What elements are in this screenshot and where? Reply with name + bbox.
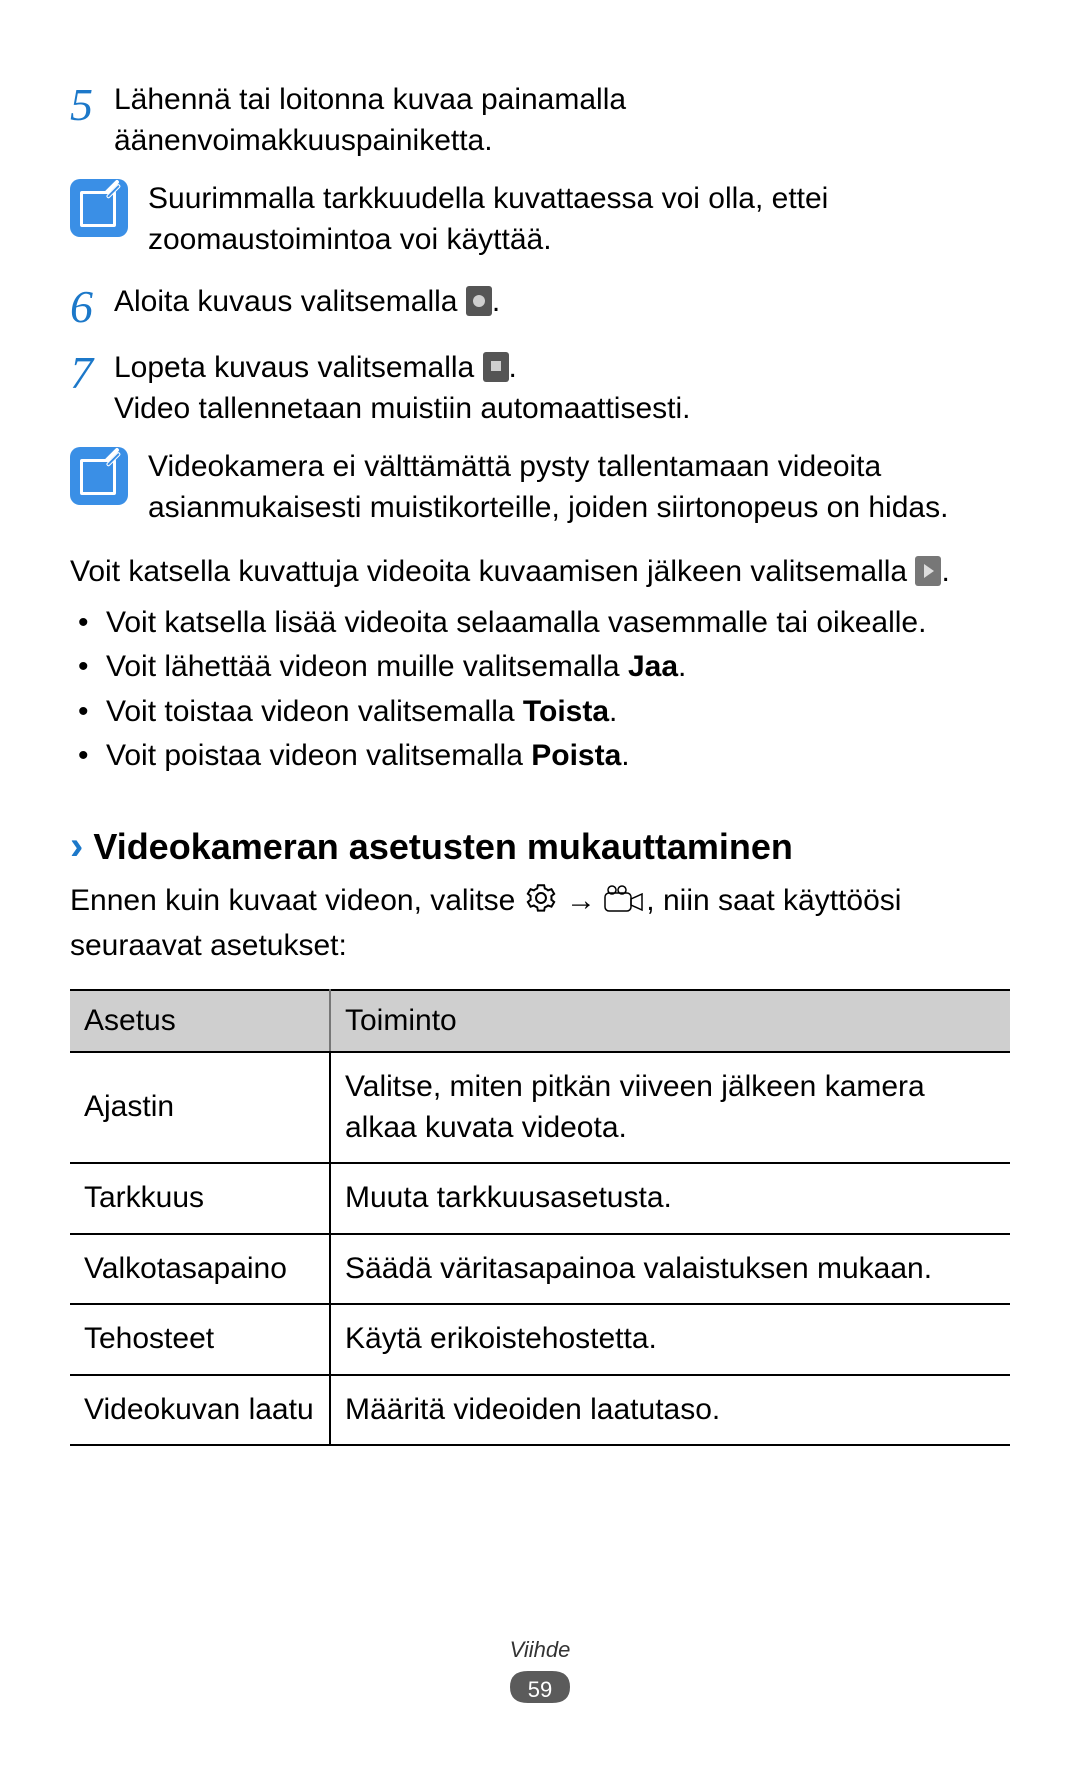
- video-camera-icon: [604, 885, 646, 927]
- cell-function: Valitse, miten pitkän viiveen jälkeen ka…: [330, 1052, 1010, 1163]
- text: Voit poistaa videon valitsemalla: [106, 739, 531, 772]
- text: Voit katsella lisää videoita selaamalla …: [106, 606, 926, 639]
- page-number-badge: 59: [508, 1669, 572, 1731]
- step-text: Aloita kuvaus valitsemalla .: [114, 282, 1010, 330]
- list-item: Voit poistaa videon valitsemalla Poista.: [78, 736, 1010, 777]
- text: .: [678, 650, 686, 683]
- text: Voit lähettää videon muille valitsemalla: [106, 650, 628, 683]
- play-icon: [915, 556, 941, 586]
- gear-icon: [524, 881, 558, 927]
- text: Aloita kuvaus valitsemalla: [114, 285, 466, 318]
- text: .: [609, 695, 617, 728]
- text: Voit katsella kuvattuja videoita kuvaami…: [70, 555, 915, 588]
- note-text: Suurimmalla tarkkuudella kuvattaessa voi…: [148, 179, 1010, 260]
- table-row: ValkotasapainoSäädä väritasapainoa valai…: [70, 1234, 1010, 1305]
- note-zoom: Suurimmalla tarkkuudella kuvattaessa voi…: [70, 179, 1010, 260]
- step-5: 5 Lähennä tai loitonna kuvaa painamalla …: [70, 80, 1010, 161]
- cell-setting: Tehosteet: [70, 1304, 330, 1375]
- step-6: 6 Aloita kuvaus valitsemalla .: [70, 282, 1010, 330]
- note-text: Videokamera ei välttämättä pysty tallent…: [148, 447, 1010, 528]
- cell-function: Muuta tarkkuusasetusta.: [330, 1163, 1010, 1234]
- manual-page: 5 Lähennä tai loitonna kuvaa painamalla …: [0, 0, 1080, 1486]
- table-row: Videokuvan laatuMääritä videoiden laatut…: [70, 1375, 1010, 1446]
- col-header-setting: Asetus: [70, 990, 330, 1053]
- text: .: [492, 285, 500, 318]
- step-text: Lähennä tai loitonna kuvaa painamalla ää…: [114, 80, 1010, 161]
- note-sdcard: Videokamera ei välttämättä pysty tallent…: [70, 447, 1010, 528]
- text: .: [509, 351, 517, 384]
- bold-text: Toista: [523, 695, 609, 728]
- cell-function: Määritä videoiden laatutaso.: [330, 1375, 1010, 1446]
- text: Lopeta kuvaus valitsemalla: [114, 351, 483, 384]
- cell-setting: Ajastin: [70, 1052, 330, 1163]
- text: Voit toistaa videon valitsemalla: [106, 695, 523, 728]
- text: Ennen kuin kuvaat videon, valitse: [70, 884, 524, 917]
- page-number: 59: [508, 1677, 572, 1703]
- playback-paragraph: Voit katsella kuvattuja videoita kuvaami…: [70, 552, 1010, 593]
- cell-setting: Tarkkuus: [70, 1163, 330, 1234]
- arrow-text: →: [558, 884, 605, 917]
- col-header-function: Toiminto: [330, 990, 1010, 1053]
- text: .: [621, 739, 629, 772]
- table-row: AjastinValitse, miten pitkän viiveen jäl…: [70, 1052, 1010, 1163]
- list-item: Voit toistaa videon valitsemalla Toista.: [78, 692, 1010, 733]
- cell-function: Säädä väritasapainoa valaistuksen mukaan…: [330, 1234, 1010, 1305]
- cell-function: Käytä erikoistehostetta.: [330, 1304, 1010, 1375]
- step-text: Lopeta kuvaus valitsemalla . Video talle…: [114, 348, 1010, 429]
- record-icon: [466, 286, 492, 316]
- step-number: 6: [70, 282, 114, 330]
- step-7: 7 Lopeta kuvaus valitsemalla . Video tal…: [70, 348, 1010, 429]
- settings-table: Asetus Toiminto AjastinValitse, miten pi…: [70, 989, 1010, 1447]
- bold-text: Jaa: [628, 650, 678, 683]
- text: Video tallennetaan muistiin automaattise…: [114, 389, 1010, 430]
- table-header-row: Asetus Toiminto: [70, 990, 1010, 1053]
- step-number: 7: [70, 348, 114, 429]
- heading-text: Videokameran asetusten mukauttaminen: [93, 823, 793, 872]
- bold-text: Poista: [531, 739, 621, 772]
- list-item: Voit lähettää videon muille valitsemalla…: [78, 647, 1010, 688]
- note-icon: [70, 179, 128, 237]
- stop-icon: [483, 352, 509, 382]
- table-row: TehosteetKäytä erikoistehostetta.: [70, 1304, 1010, 1375]
- bullet-list: Voit katsella lisää videoita selaamalla …: [78, 603, 1010, 777]
- footer-category: Viihde: [0, 1637, 1080, 1663]
- text: .: [941, 555, 949, 588]
- cell-setting: Videokuvan laatu: [70, 1375, 330, 1446]
- cell-setting: Valkotasapaino: [70, 1234, 330, 1305]
- list-item: Voit katsella lisää videoita selaamalla …: [78, 603, 1010, 644]
- section-heading: › Videokameran asetusten mukauttaminen: [70, 819, 1010, 873]
- note-icon: [70, 447, 128, 505]
- settings-intro: Ennen kuin kuvaat videon, valitse → , ni…: [70, 881, 1010, 967]
- page-footer: Viihde 59: [0, 1637, 1080, 1731]
- table-row: TarkkuusMuuta tarkkuusasetusta.: [70, 1163, 1010, 1234]
- chevron-icon: ›: [70, 819, 83, 873]
- step-number: 5: [70, 80, 114, 161]
